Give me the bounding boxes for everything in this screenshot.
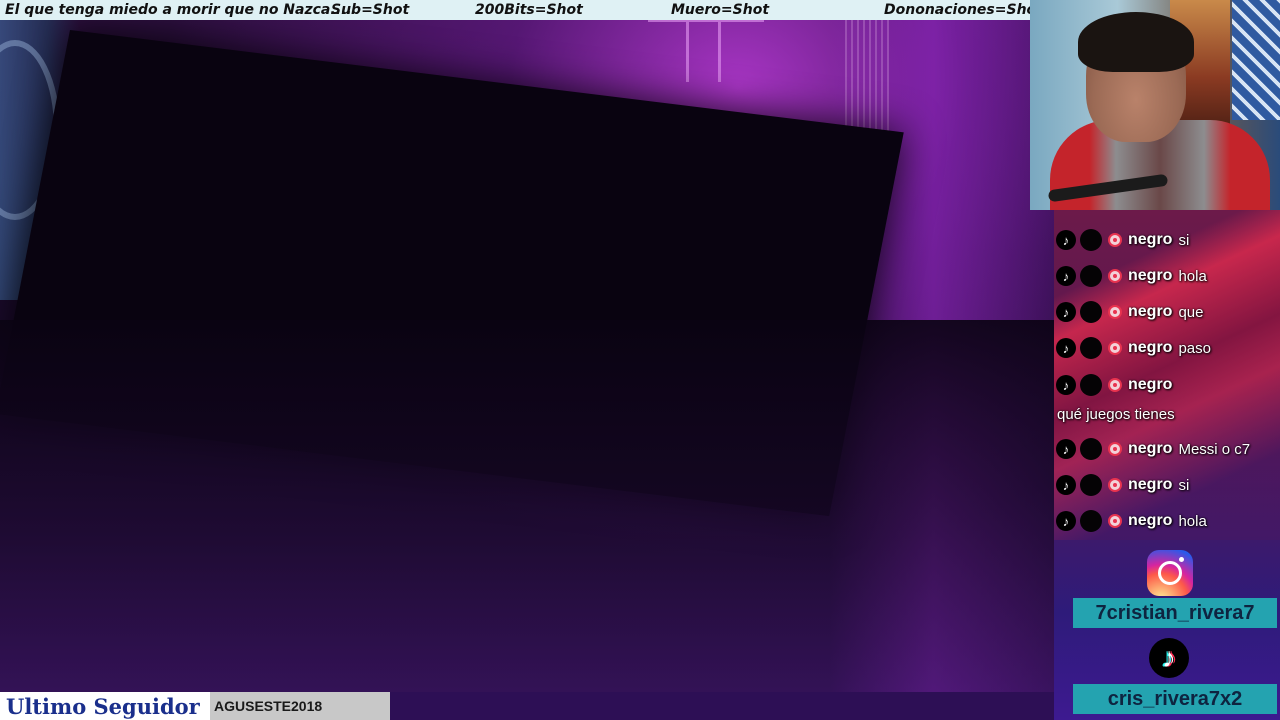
tiktok-icon: ♪ [1149, 638, 1189, 678]
chat-text: hola [1178, 267, 1207, 285]
tiktok-icon: ♪ [1056, 230, 1076, 250]
tiktok-icon: ♪ [1056, 302, 1076, 322]
chat-username: negro [1128, 376, 1173, 393]
chat-message: ♪ negro si [1056, 470, 1189, 500]
chat-message: ♪ negro hola [1056, 261, 1207, 291]
chat-username: negro [1128, 303, 1173, 320]
avatar [1080, 510, 1102, 532]
avatar [1080, 265, 1102, 287]
chat-overlay: ♪ negro si ♪ negro hola ♪ negro que ♪ ne… [1054, 210, 1280, 540]
chat-username: negro [1128, 267, 1173, 284]
shadow-floor [0, 320, 1054, 692]
avatar [1080, 374, 1102, 396]
avatar [1080, 301, 1102, 323]
tiktok-handle: cris_rivera7x2 [1073, 684, 1277, 714]
ticker-item-motto: El que tenga miedo a morir que no Nazca.… [5, 2, 352, 18]
gift-badge-icon [1108, 341, 1122, 355]
gift-badge-icon [1108, 305, 1122, 319]
tiktok-icon: ♪ [1056, 475, 1076, 495]
ticker-item-sub: Sub=Shot [331, 2, 410, 18]
streamer-hair [1078, 12, 1194, 72]
chat-username: negro [1128, 231, 1173, 248]
instagram-handle: 7cristian_rivera7 [1073, 598, 1277, 628]
avatar [1080, 438, 1102, 460]
chat-username: negro [1128, 512, 1173, 529]
tiktok-icon: ♪ [1056, 439, 1076, 459]
ticker-item-donations: Dononaciones=Shot [884, 2, 1043, 18]
chat-text: que [1178, 303, 1204, 321]
avatar [1080, 229, 1102, 251]
tiktok-icon: ♪ [1056, 511, 1076, 531]
chat-message: ♪ negro hola [1056, 506, 1207, 536]
tiktok-icon: ♪ [1056, 338, 1076, 358]
tiktok-icon: ♪ [1056, 266, 1076, 286]
gift-badge-icon [1108, 478, 1122, 492]
chat-text: Messi o c7 [1178, 440, 1251, 458]
chat-username: negro [1128, 476, 1173, 493]
chat-text: paso [1178, 339, 1211, 357]
chat-text: si [1178, 476, 1190, 494]
game-capture [0, 20, 1054, 692]
gift-badge-icon [1108, 442, 1122, 456]
instagram-icon [1147, 550, 1193, 596]
webcam-wall-pattern [1232, 0, 1280, 120]
webcam-feed [1030, 0, 1280, 210]
chat-message: ♪ negro que [1056, 297, 1203, 327]
ticker-item-death: Muero=Shot [671, 2, 770, 18]
chat-text-wrapped: qué juegos tienes [1057, 406, 1175, 423]
chat-text: hola [1178, 512, 1207, 530]
chat-username: negro [1128, 339, 1173, 356]
background-tower [845, 20, 889, 140]
background-antenna [648, 20, 764, 110]
tiktok-icon: ♪ [1056, 375, 1076, 395]
avatar [1080, 474, 1102, 496]
social-panel: 7cristian_rivera7 ♪ cris_rivera7x2 [1054, 540, 1280, 720]
chat-message: ♪ negro [1056, 370, 1178, 400]
gift-badge-icon [1108, 514, 1122, 528]
gift-badge-icon [1108, 233, 1122, 247]
chat-message: ♪ negro si [1056, 225, 1189, 255]
chat-message: ♪ negro paso [1056, 333, 1211, 363]
avatar [1080, 337, 1102, 359]
top-ticker: El que tenga miedo a morir que no Nazca.… [0, 0, 1043, 20]
chat-username: negro [1128, 440, 1173, 457]
gift-badge-icon [1108, 378, 1122, 392]
chat-message: ♪ negro Messi o c7 [1056, 434, 1250, 464]
gift-badge-icon [1108, 269, 1122, 283]
last-follower-name: AGUSESTE2018 [210, 692, 390, 720]
chat-text: si [1178, 231, 1190, 249]
last-follower-label: Ultimo Seguidor [0, 692, 210, 720]
ticker-item-bits: 200Bits=Shot [475, 2, 583, 18]
